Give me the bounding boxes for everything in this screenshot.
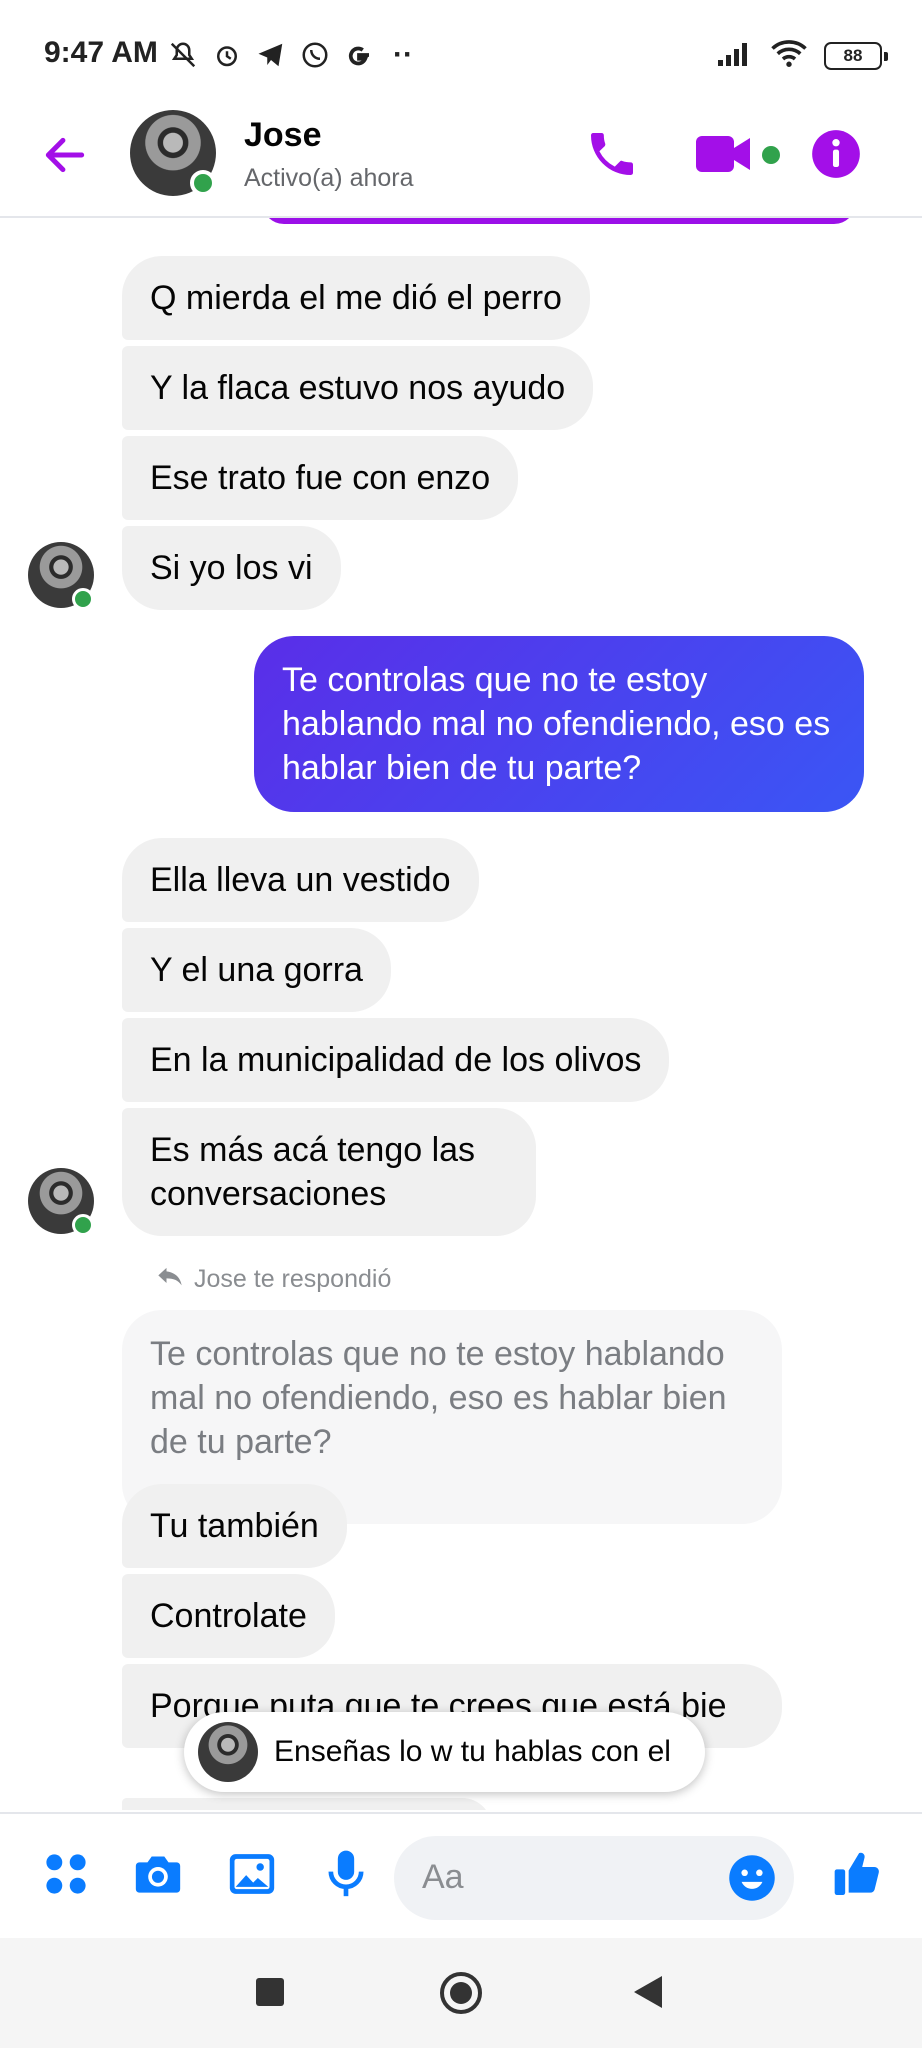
- info-icon[interactable]: [810, 128, 862, 180]
- status-bar: 9:47 AM ·· 88: [0, 0, 922, 108]
- whatsapp-icon: [298, 38, 332, 72]
- incoming-message[interactable]: Ella lleva un vestido: [122, 838, 479, 922]
- thumbs-up-icon[interactable]: [830, 1846, 886, 1902]
- video-camera-icon[interactable]: [694, 128, 754, 180]
- microphone-icon[interactable]: [318, 1846, 374, 1902]
- incoming-message[interactable]: Y el una gorra: [122, 928, 391, 1012]
- four-dots-icon[interactable]: [38, 1846, 94, 1902]
- notification-icons: ··: [166, 38, 420, 72]
- message-input[interactable]: Aa: [394, 1836, 794, 1920]
- phone-icon[interactable]: [584, 126, 640, 182]
- smiley-icon[interactable]: [726, 1852, 778, 1904]
- back-arrow-icon[interactable]: [40, 130, 90, 180]
- online-indicator: [190, 170, 216, 196]
- incoming-message[interactable]: Controlate: [122, 1574, 335, 1658]
- incoming-message[interactable]: En la municipalidad de los olivos: [122, 1018, 670, 1102]
- status-right: 88: [716, 38, 888, 73]
- online-indicator: [72, 588, 94, 610]
- incoming-message[interactable]: Ese trato fue con enzo: [122, 436, 519, 520]
- outgoing-message[interactable]: Te controlas que no te estoy hablando ma…: [254, 636, 864, 812]
- outgoing-message-partial: [262, 218, 856, 224]
- reply-arrow-icon: [156, 1264, 184, 1295]
- status-time: 9:47 AM: [44, 36, 158, 69]
- system-navigation-bar: [0, 1938, 922, 2048]
- chat-header: Jose Activo(a) ahora: [0, 108, 922, 218]
- incoming-message[interactable]: Q mierda el me dió el perro: [122, 256, 590, 340]
- more-notifications-icon: ··: [393, 38, 413, 71]
- image-icon[interactable]: [224, 1846, 280, 1902]
- google-icon: [342, 38, 376, 72]
- preview-text: Enseñas lo w tu hablas con el: [274, 1735, 671, 1768]
- muted-bell-icon: [166, 38, 200, 72]
- alarm-icon: [210, 38, 244, 72]
- home-button[interactable]: [440, 1972, 482, 2014]
- camera-icon[interactable]: [130, 1846, 186, 1902]
- reply-header: Jose te respondió: [156, 1264, 391, 1295]
- telegram-icon: [254, 38, 288, 72]
- message-list[interactable]: Q mierda el me dió el perro Y la flaca e…: [0, 218, 922, 1810]
- new-message-preview[interactable]: Enseñas lo w tu hablas con el: [184, 1712, 705, 1792]
- battery-indicator: 88: [824, 41, 888, 70]
- signal-icon: [716, 38, 754, 73]
- recents-button[interactable]: [256, 1978, 284, 2006]
- contact-name[interactable]: Jose: [244, 116, 322, 155]
- incoming-message-partial: [122, 1798, 492, 1810]
- incoming-message[interactable]: Si yo los vi: [122, 526, 341, 610]
- preview-avatar: [198, 1722, 258, 1782]
- back-button[interactable]: [634, 1976, 662, 2008]
- contact-status: Activo(a) ahora: [244, 164, 414, 192]
- incoming-message[interactable]: Es más acá tengo las conversaciones: [122, 1108, 536, 1236]
- incoming-message[interactable]: Y la flaca estuvo nos ayudo: [122, 346, 594, 430]
- video-online-dot: [762, 146, 780, 164]
- reply-label-text: Jose te respondió: [194, 1265, 392, 1293]
- wifi-icon: [770, 38, 808, 73]
- online-indicator: [72, 1214, 94, 1236]
- composer-bar: Aa: [0, 1812, 922, 1938]
- incoming-message[interactable]: Tu también: [122, 1484, 347, 1568]
- message-input-placeholder: Aa: [422, 1858, 464, 1896]
